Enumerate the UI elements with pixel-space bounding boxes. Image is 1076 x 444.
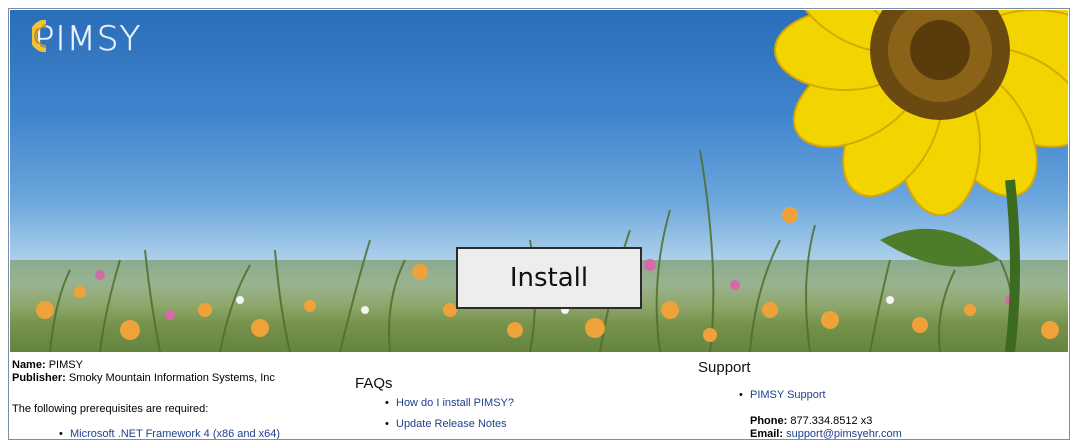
support-heading: Support — [698, 359, 751, 376]
install-button[interactable]: Install — [456, 247, 642, 309]
faq-list: • How do I install PIMSY? • Update Relea… — [385, 397, 514, 439]
phone-value: 877.334.8512 x3 — [790, 415, 873, 427]
installer-window: PIMSY Install Name: PIMSY Publisher: Smo… — [8, 8, 1070, 440]
phone-label: Phone: — [750, 415, 788, 427]
list-item: • How do I install PIMSY? — [385, 397, 514, 409]
pimsy-logo: PIMSY — [32, 20, 141, 58]
email-link[interactable]: support@pimsyehr.com — [786, 428, 902, 439]
app-info: Name: PIMSY Publisher: Smoky Mountain In… — [12, 359, 275, 385]
list-item: • PIMSY Support — [739, 389, 826, 401]
logo-wordmark: PIMSY — [34, 19, 142, 59]
support-link[interactable]: PIMSY Support — [750, 389, 826, 401]
sunflower-logo-icon — [32, 20, 47, 52]
name-value: PIMSY — [48, 359, 83, 371]
support-list: • PIMSY Support — [739, 389, 826, 401]
support-contact: Phone: 877.334.8512 x3 Email: support@pi… — [750, 415, 902, 440]
publisher-label: Publisher: — [12, 372, 66, 384]
faq-link-release-notes[interactable]: Update Release Notes — [396, 418, 507, 430]
name-label: Name: — [12, 359, 46, 371]
prereq-link-dotnet[interactable]: Microsoft .NET Framework 4 (x86 and x64) — [70, 428, 280, 439]
email-label: Email: — [750, 428, 784, 440]
list-item: • Microsoft .NET Framework 4 (x86 and x6… — [59, 428, 281, 440]
hero-banner: PIMSY Install — [10, 10, 1068, 352]
sunflower — [774, 10, 1068, 216]
faqs-heading: FAQs — [355, 375, 393, 392]
faq-link-install[interactable]: How do I install PIMSY? — [396, 397, 514, 409]
publisher-value: Smoky Mountain Information Systems, Inc — [68, 372, 275, 384]
prereq-text: The following prerequisites are required… — [12, 403, 209, 415]
list-item: • Update Release Notes — [385, 418, 507, 430]
prereq-list: • Microsoft .NET Framework 4 (x86 and x6… — [59, 428, 281, 440]
